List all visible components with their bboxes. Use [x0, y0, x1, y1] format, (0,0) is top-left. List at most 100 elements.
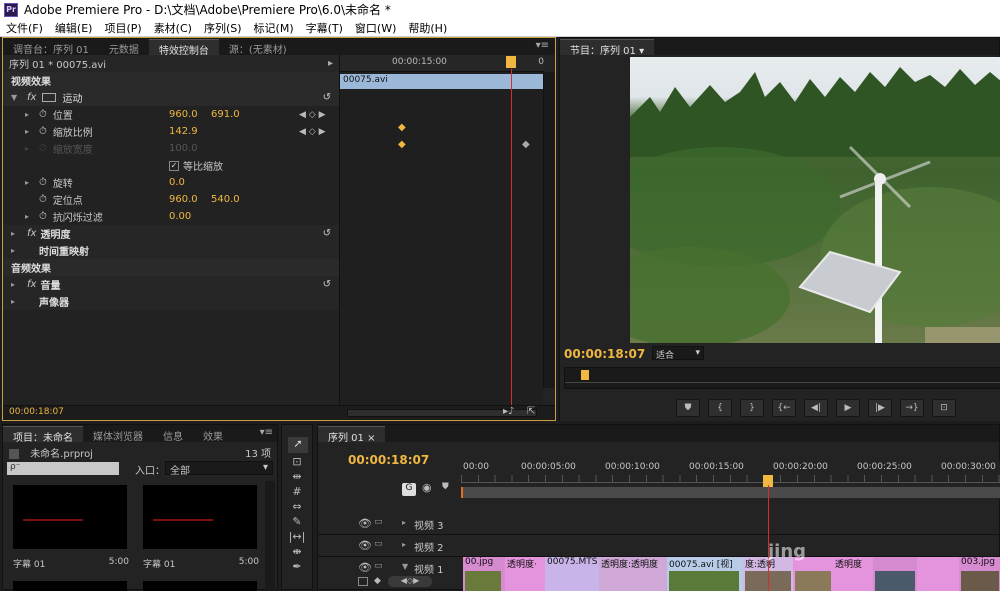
fit-dropdown[interactable]: 适合 ▾ — [652, 346, 704, 361]
selection-tool[interactable]: ➚ — [288, 437, 308, 453]
anti-flicker-value[interactable]: 0.00 — [169, 211, 191, 222]
step-forward-button[interactable]: |▶ — [868, 399, 892, 417]
tab-metadata[interactable]: 元数据 — [99, 39, 149, 56]
menu-window[interactable]: 窗口(W) — [349, 20, 402, 36]
vertical-scrollbar[interactable] — [543, 72, 555, 388]
snap-button[interactable]: G — [402, 483, 416, 496]
tab-effects[interactable]: 效果 — [193, 426, 233, 443]
menu-edit[interactable]: 编辑(E) — [49, 20, 99, 36]
mark-in-button[interactable]: { — [708, 399, 732, 417]
lock-icon[interactable]: ▭ — [374, 561, 383, 571]
work-area-bar[interactable] — [461, 487, 1000, 498]
tab-info[interactable]: 信息 — [153, 426, 193, 443]
search-input[interactable]: ρ⁻ — [7, 462, 119, 475]
razor-tool[interactable]: ✎ — [288, 515, 306, 528]
expand-triangle-icon[interactable]: ▸ — [25, 110, 35, 119]
keyframe-nav-icon[interactable]: ◀◇▶ — [388, 576, 432, 587]
tab-sequence[interactable]: 序列 01 × — [318, 426, 386, 444]
lock-icon[interactable]: ▭ — [374, 539, 383, 549]
clips-area[interactable]: 00.jpg 透明度· 00075.MTS 透明度:透明度 00075.avi … — [463, 557, 1000, 591]
panel-menu-icon[interactable]: ▾≡ — [260, 427, 273, 438]
menu-help[interactable]: 帮助(H) — [402, 20, 453, 36]
audio-icon[interactable]: ▸♪ — [503, 406, 514, 417]
anchor-x-value[interactable]: 960.0 — [169, 194, 198, 205]
display-style-icon[interactable] — [358, 577, 368, 586]
eye-icon[interactable]: 👁 — [358, 517, 372, 530]
track-select-tool[interactable]: ⊡ — [288, 455, 306, 468]
keyframe-nav-icon[interactable]: ◀ ◇ ▶ — [299, 110, 326, 120]
playhead-icon[interactable] — [581, 370, 589, 380]
pen-tool[interactable]: ✒ — [288, 560, 306, 573]
timeline-timecode[interactable]: 00:00:18:07 — [348, 453, 429, 467]
position-x-value[interactable]: 960.0 — [169, 109, 198, 120]
vertical-scrollbar[interactable] — [265, 481, 275, 591]
motion-effect-row[interactable]: ▼ fx 运动 ↺ — [3, 89, 339, 106]
reset-icon[interactable]: ↺ — [323, 92, 331, 103]
mark-out-button[interactable]: } — [740, 399, 764, 417]
menu-clip[interactable]: 素材(C) — [148, 20, 198, 36]
timeline-ruler[interactable]: 00:00 00:00:05:00 00:00:10:00 00:00:15:0… — [461, 461, 1000, 499]
ripple-edit-tool[interactable]: ⇹ — [288, 470, 306, 483]
stopwatch-icon[interactable]: ⏱ — [39, 109, 47, 120]
expand-triangle-icon[interactable]: ▸ — [25, 212, 35, 221]
clip[interactable]: 00075.MTS — [545, 557, 599, 591]
track-video-3[interactable]: 👁 ▭ ▸ 视频 3 — [318, 513, 1000, 535]
expand-triangle-icon[interactable]: ▸ — [402, 540, 406, 549]
clip[interactable]: 透明度· — [505, 557, 545, 591]
rate-stretch-tool[interactable]: ⇔ — [288, 500, 306, 513]
collapse-arrow-icon[interactable]: ▸ — [328, 58, 333, 69]
tab-media-browser[interactable]: 媒体浏览器 — [83, 426, 153, 443]
project-item[interactable]: 字幕 01 5:00 — [137, 481, 263, 573]
scale-value[interactable]: 142.9 — [169, 126, 198, 137]
track-video-2[interactable]: 👁 ▭ ▸ 视频 2 — [318, 535, 1000, 557]
reset-icon[interactable]: ↺ — [323, 279, 331, 290]
clip[interactable]: 透明度:透明度 — [599, 557, 667, 591]
in-dropdown[interactable]: 全部 ▾ — [165, 461, 273, 477]
expand-triangle-icon[interactable]: ▸ — [11, 229, 21, 238]
step-back-button[interactable]: ◀| — [804, 399, 828, 417]
eye-icon[interactable]: 👁 — [358, 561, 372, 574]
marker-icon[interactable]: ⛊ — [442, 482, 449, 492]
panner-effect-row[interactable]: ▸ 声像器 — [3, 293, 339, 310]
uniform-scale-checkbox[interactable]: ✓ — [169, 160, 179, 171]
effect-ruler[interactable]: 00:00:15:00 0 — [340, 55, 544, 72]
expand-triangle-icon[interactable]: ▸ — [402, 518, 406, 527]
expand-triangle-icon[interactable]: ▸ — [25, 178, 35, 187]
clip[interactable]: 透明度 — [833, 557, 873, 591]
expand-triangle-icon[interactable]: ▸ — [25, 127, 35, 136]
keyframe-timeline[interactable]: 00:00:15:00 0 00075.avi ◆ ◆ ◆ — [339, 55, 544, 405]
keyframe-icon[interactable]: ◆ — [398, 139, 406, 150]
reset-icon[interactable]: ↺ — [323, 228, 331, 239]
expand-triangle-icon[interactable]: ▸ — [11, 280, 21, 289]
tab-program[interactable]: 节目：序列 01 ▾ — [560, 39, 655, 57]
expand-triangle-icon[interactable]: ▸ — [11, 297, 21, 306]
project-item[interactable]: 字幕 01 5:00 — [7, 481, 133, 573]
menu-title[interactable]: 字幕(T) — [300, 20, 349, 36]
menu-project[interactable]: 项目(P) — [98, 20, 147, 36]
stopwatch-icon[interactable]: ⏱ — [39, 194, 47, 205]
keyframe-nav-icon[interactable]: ◀ ◇ ▶ — [299, 127, 326, 137]
time-remap-row[interactable]: ▸ 时间重映射 — [3, 242, 339, 259]
effect-timecode[interactable]: 00:00:18:07 — [9, 407, 64, 417]
program-timecode[interactable]: 00:00:18:07 — [564, 347, 645, 361]
position-y-value[interactable]: 691.0 — [211, 109, 240, 120]
menu-sequence[interactable]: 序列(S) — [198, 20, 248, 36]
clip-bar[interactable]: 00075.avi — [340, 74, 544, 89]
opacity-effect-row[interactable]: ▸ fx 透明度 ↺ — [3, 225, 339, 242]
stopwatch-icon[interactable]: ⏱ — [39, 177, 47, 188]
keyframe-icon[interactable]: ◆ — [374, 576, 381, 586]
stopwatch-icon[interactable]: ⏱ — [39, 211, 47, 222]
tab-audio-mixer[interactable]: 调音台：序列 01 — [3, 39, 99, 56]
export-icon[interactable]: ⇱ — [527, 406, 535, 417]
add-marker-button[interactable]: ⛊ — [676, 399, 700, 417]
expand-triangle-icon[interactable]: ▼ — [402, 562, 408, 571]
rotation-value[interactable]: 0.0 — [169, 177, 185, 188]
eye-icon[interactable]: 👁 — [358, 539, 372, 552]
volume-effect-row[interactable]: ▸ fx 音量 ↺ — [3, 276, 339, 293]
monitor-scrubber[interactable] — [564, 367, 1000, 389]
lock-icon[interactable]: ▭ — [374, 517, 383, 527]
motion-transform-icon[interactable] — [42, 93, 57, 102]
clip[interactable] — [917, 557, 959, 591]
keyframe-icon[interactable]: ◆ — [522, 139, 530, 150]
expand-triangle-icon[interactable]: ▼ — [11, 93, 21, 102]
